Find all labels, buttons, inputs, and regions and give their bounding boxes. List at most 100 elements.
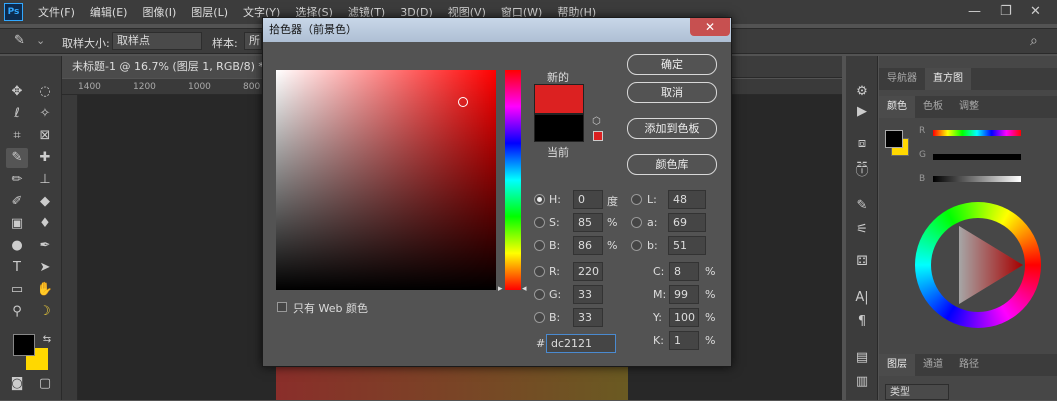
quick-mask-icon[interactable]: ◙	[6, 374, 28, 394]
pen-tool-icon[interactable]: ✒	[34, 236, 56, 256]
a-input[interactable]: 69	[668, 213, 706, 232]
swap-colors-icon[interactable]: ⇆	[36, 330, 58, 350]
radio-l[interactable]	[631, 194, 642, 205]
marquee-tool-icon[interactable]: ◌	[34, 82, 56, 102]
document-tab[interactable]: 未标题-1 @ 16.7% (图层 1, RGB/8) * ×	[62, 56, 293, 78]
sample-dropdown[interactable]: 所	[244, 32, 262, 50]
hex-input[interactable]: dc2121	[546, 334, 616, 353]
menu-item[interactable]: 图层(L)	[191, 4, 228, 20]
magic-wand-icon[interactable]: ✧	[34, 104, 56, 124]
radio-rgb-b[interactable]	[534, 312, 545, 323]
zoom-tool-icon[interactable]: ⚲	[6, 302, 28, 322]
dialog-close-button[interactable]: ✕	[690, 18, 730, 36]
history-brush-icon[interactable]: ✐	[6, 192, 28, 212]
tab-swatches[interactable]: 色板	[915, 96, 951, 118]
m-input[interactable]: 99	[669, 285, 699, 304]
menu-item[interactable]: 图像(I)	[142, 4, 176, 20]
properties-icon[interactable]: ▥	[851, 372, 873, 392]
tab-layers[interactable]: 图层	[879, 354, 915, 376]
blur-tool-icon[interactable]: ♦	[34, 214, 56, 234]
3d-panel-icon[interactable]: ⧈	[851, 134, 873, 154]
adjust-sliders-icon[interactable]: ⚟	[851, 220, 873, 240]
web-colors-checkbox[interactable]	[277, 302, 287, 312]
web-safe-swatch[interactable]	[593, 131, 603, 141]
history-panel-icon[interactable]: ⚙	[851, 82, 873, 102]
g-input[interactable]: 33	[573, 285, 603, 304]
paragraph-panel-icon[interactable]: ¶	[851, 312, 873, 332]
tab-paths[interactable]: 路径	[951, 354, 987, 376]
add-to-swatches-button[interactable]: 添加到色板	[627, 118, 717, 139]
character-panel-icon[interactable]: A|	[851, 288, 873, 308]
brush-tool-icon[interactable]: ✏	[6, 170, 28, 190]
search-icon[interactable]: ⌕	[1030, 33, 1038, 49]
minimize-button[interactable]: —	[968, 0, 981, 24]
panel-foreground-swatch[interactable]	[885, 130, 903, 148]
tab-color[interactable]: 颜色	[879, 96, 915, 118]
hue-slider-left-arrow[interactable]: ▸	[498, 284, 503, 294]
right-panels: 导航器 直方图 颜色 色板 调整 R G B 图层 通道 路径 类型	[879, 56, 1057, 400]
radio-b[interactable]	[534, 240, 545, 251]
radio-s[interactable]	[534, 217, 545, 228]
gamut-cube-icon[interactable]: ⬡	[592, 116, 601, 127]
frame-tool-icon[interactable]: ⊠	[34, 126, 56, 146]
layer-filter-dropdown[interactable]: 类型	[885, 384, 949, 400]
chevron-down-icon[interactable]: ⌄	[36, 34, 45, 47]
healing-brush-icon[interactable]: ✚	[34, 148, 56, 168]
hue-strip[interactable]	[505, 70, 521, 290]
crop-tool-icon[interactable]: ⌗	[6, 126, 28, 146]
color-picker-cursor[interactable]	[458, 97, 468, 107]
lasso-tool-icon[interactable]: ℓ	[6, 104, 28, 124]
brush-panel-icon[interactable]: ✎	[851, 196, 873, 216]
type-tool-icon[interactable]: T	[6, 258, 28, 278]
close-window-button[interactable]: ✕	[1030, 0, 1041, 24]
c-input[interactable]: 8	[669, 262, 699, 281]
current-color-swatch[interactable]	[534, 114, 584, 142]
stamp-tool-icon[interactable]: ⊥	[34, 170, 56, 190]
menu-item[interactable]: 编辑(E)	[90, 4, 128, 20]
y-input[interactable]: 100	[669, 308, 699, 327]
r-input[interactable]: 220	[573, 262, 603, 281]
blue-slider[interactable]	[933, 176, 1021, 182]
radio-g[interactable]	[534, 289, 545, 300]
l-input[interactable]: 48	[668, 190, 706, 209]
restore-button[interactable]: ❐	[1000, 0, 1012, 24]
radio-h[interactable]	[534, 194, 545, 205]
clone-source-icon[interactable]: ⚃	[851, 252, 873, 272]
tab-adjustments[interactable]: 调整	[951, 96, 987, 118]
dodge-tool-icon[interactable]: ●	[6, 236, 28, 256]
color-triangle[interactable]	[931, 218, 1025, 312]
gradient-tool-icon[interactable]: ▣	[6, 214, 28, 234]
color-libraries-button[interactable]: 颜色库	[627, 154, 717, 175]
hand-tool-icon[interactable]: ✋	[34, 280, 56, 300]
lab-b-input[interactable]: 51	[668, 236, 706, 255]
glyphs-icon[interactable]: ▤	[851, 348, 873, 368]
actions-play-icon[interactable]: ▶	[851, 102, 873, 122]
eyedropper-icon[interactable]: ✎	[14, 33, 25, 48]
cancel-button[interactable]: 取消	[627, 82, 717, 103]
k-input[interactable]: 1	[669, 331, 699, 350]
screen-mode-icon[interactable]: ▢	[34, 374, 56, 394]
radio-r[interactable]	[534, 266, 545, 277]
tab-channels[interactable]: 通道	[915, 354, 951, 376]
hue-slider-right-arrow[interactable]: ◂	[522, 284, 527, 294]
foreground-color-swatch[interactable]	[13, 334, 35, 356]
eraser-tool-icon[interactable]: ◆	[34, 192, 56, 212]
rgb-b-input[interactable]: 33	[573, 308, 603, 327]
move-tool-icon[interactable]: ✥	[6, 82, 28, 102]
s-input[interactable]: 85	[573, 213, 603, 232]
sample-size-dropdown[interactable]: 取样点	[112, 32, 202, 50]
path-select-icon[interactable]: ➤	[34, 258, 56, 278]
green-slider[interactable]	[933, 154, 1021, 160]
rectangle-tool-icon[interactable]: ▭	[6, 280, 28, 300]
radio-a[interactable]	[631, 217, 642, 228]
tab-histogram[interactable]: 直方图	[925, 68, 971, 90]
radio-lab-b[interactable]	[631, 240, 642, 251]
tab-navigator[interactable]: 导航器	[879, 68, 925, 90]
ok-button[interactable]: 确定	[627, 54, 717, 75]
b-input[interactable]: 86	[573, 236, 603, 255]
h-input[interactable]: 0	[573, 190, 603, 209]
menu-item[interactable]: 文件(F)	[38, 4, 75, 20]
info-panel-icon[interactable]: ⓘ	[851, 162, 873, 182]
hue-slider[interactable]	[933, 130, 1021, 136]
eyedropper-tool-icon[interactable]: ✎	[6, 148, 28, 168]
